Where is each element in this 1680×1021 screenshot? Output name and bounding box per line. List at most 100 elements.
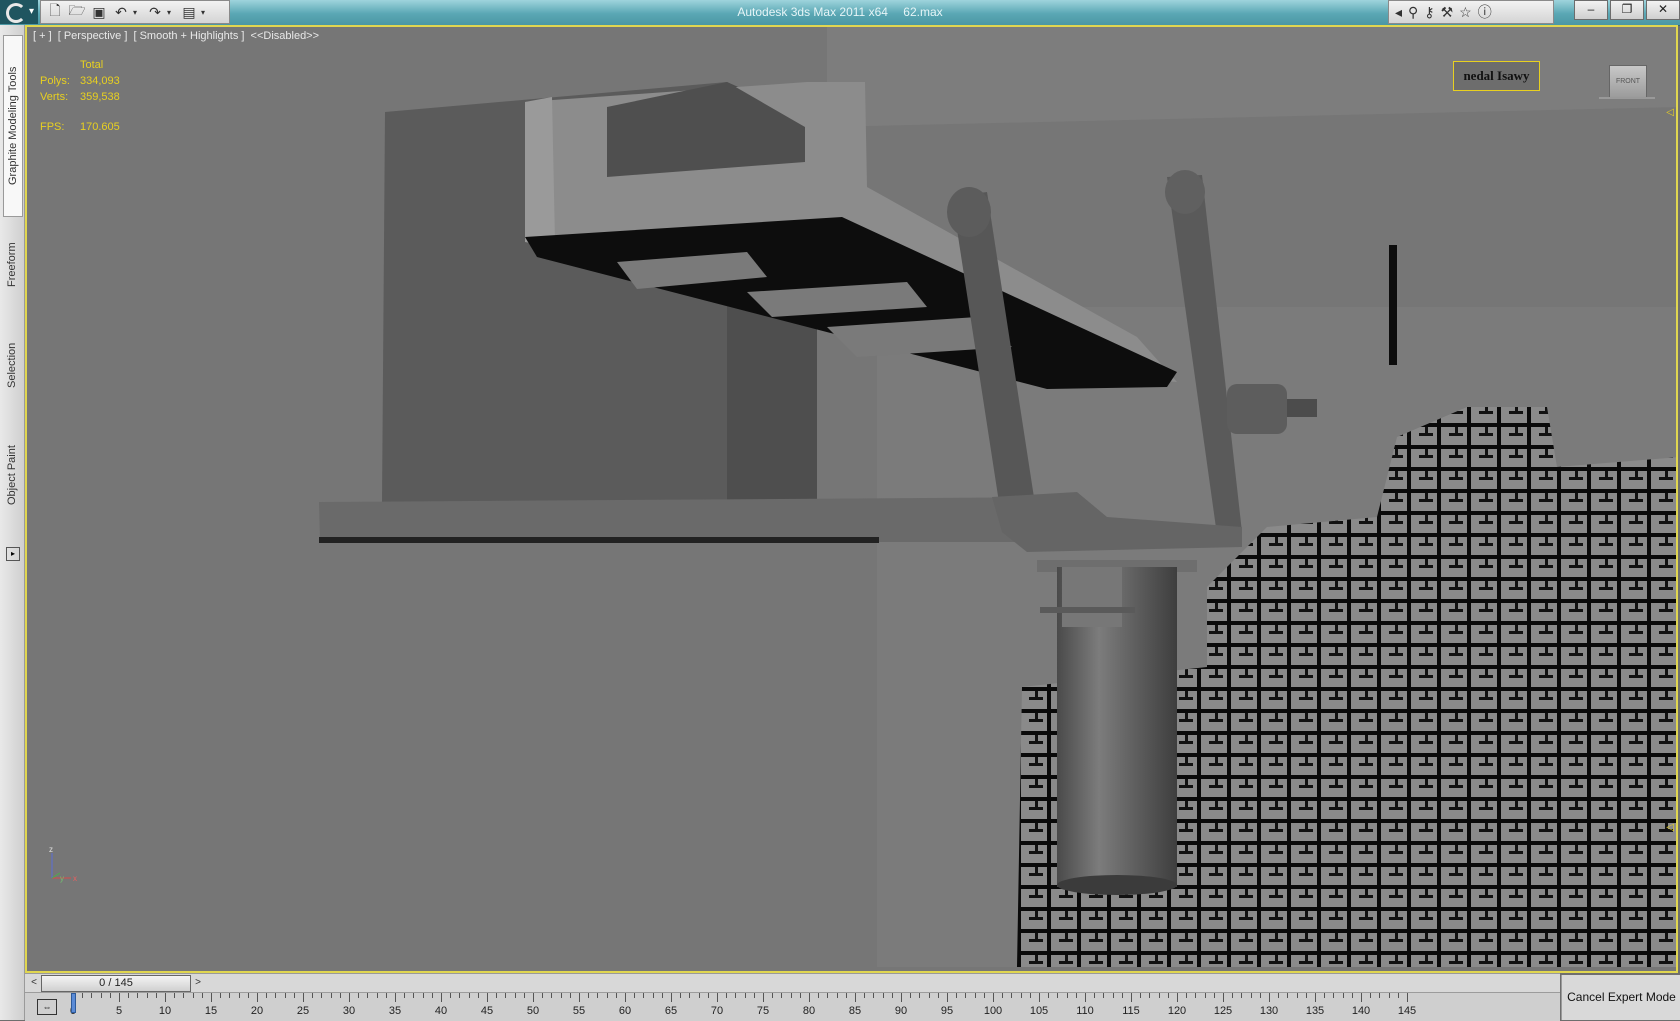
ruler-tick <box>1020 993 1022 998</box>
ruler-tick <box>928 993 930 998</box>
ruler-tick <box>560 993 562 998</box>
ruler-tick <box>1075 993 1077 998</box>
favorites-icon[interactable]: ☆ <box>1459 4 1472 21</box>
ruler-tick <box>459 993 461 998</box>
viewport-general-menu[interactable]: [ + ] <box>33 30 52 42</box>
time-slider-next-button[interactable]: > <box>191 976 205 990</box>
ruler-tick <box>1057 993 1059 998</box>
current-frame-indicator[interactable] <box>71 993 76 1013</box>
verts-label: Verts: <box>40 91 69 103</box>
ruler-tick <box>625 993 626 1002</box>
ruler-label: 125 <box>1213 1005 1233 1017</box>
ruler-tick <box>671 993 672 1002</box>
ruler-tick <box>1131 993 1132 1002</box>
ruler-tick <box>312 993 314 998</box>
ruler-tick <box>165 993 166 1002</box>
ruler-tick <box>891 993 893 998</box>
frame-ruler[interactable]: 0510152025303540455055606570758085909510… <box>25 993 1560 1021</box>
ruler-tick <box>1351 993 1353 998</box>
viewcube-compass[interactable] <box>1599 97 1655 99</box>
ruler-tick <box>836 993 838 998</box>
statistics-overlay: Total Polys: 334,093 Verts: 359,538 FPS: 17… <box>40 59 120 137</box>
ruler-tick <box>781 993 783 998</box>
ruler-tick <box>1241 993 1243 998</box>
ruler-tick <box>82 993 84 998</box>
ruler-tick <box>1048 993 1050 998</box>
binoculars-icon[interactable]: ⚲ <box>1408 4 1418 21</box>
ruler-tick <box>1305 993 1307 998</box>
track-bar[interactable]: ⇔ 05101520253035404550556065707580859095… <box>25 992 1560 1021</box>
ruler-tick <box>827 993 829 998</box>
viewport-disabled-indicator[interactable]: <<Disabled>> <box>251 30 320 42</box>
tab-graphite-modeling-tools[interactable]: Graphite Modeling Tools <box>3 35 23 217</box>
ruler-tick <box>1370 993 1372 998</box>
ruler-tick <box>358 993 360 998</box>
ruler-tick <box>238 993 240 998</box>
tray-rim-left <box>525 97 555 242</box>
ruler-tick <box>321 993 323 998</box>
key-icon[interactable]: ⚷ <box>1424 4 1434 21</box>
ruler-label: 110 <box>1076 1005 1094 1017</box>
ruler-tick <box>606 993 608 998</box>
ruler-label: 60 <box>618 1005 632 1017</box>
ruler-label: 145 <box>1397 1005 1417 1017</box>
viewport-point-of-view-menu[interactable]: [ Perspective ] <box>58 30 128 42</box>
communication-icon[interactable]: ⚒ <box>1441 4 1454 21</box>
tab-selection[interactable]: Selection <box>3 325 21 405</box>
time-slider-prev-button[interactable]: < <box>27 976 41 990</box>
ruler-label: 5 <box>115 1005 123 1017</box>
ruler-tick <box>901 993 902 1002</box>
ruler-tick <box>128 993 130 998</box>
viewport-shading-menu[interactable]: [ Smooth + Highlights ] <box>133 30 244 42</box>
minimize-button[interactable]: – <box>1574 0 1608 20</box>
ruler-tick <box>505 993 507 998</box>
viewport-label-menu[interactable]: [ + ] [ Perspective ] [ Smooth + Highlig… <box>33 30 322 42</box>
ruler-tick <box>1342 993 1344 998</box>
ribbon-expand-icon[interactable]: ▸ <box>6 547 20 561</box>
ruler-tick <box>1112 993 1114 998</box>
left-arrow-icon[interactable]: ◂ <box>1395 4 1402 21</box>
cancel-expert-mode-button[interactable]: Cancel Expert Mode <box>1561 975 1680 1020</box>
ruler-label: 45 <box>480 1005 494 1017</box>
ruler-tick <box>487 993 488 1002</box>
ruler-label: 15 <box>204 1005 218 1017</box>
ruler-tick <box>220 993 222 998</box>
tab-freeform[interactable]: Freeform <box>3 225 21 305</box>
ruler-tick <box>698 993 700 998</box>
ruler-label: 40 <box>434 1005 448 1017</box>
ruler-tick <box>477 993 479 998</box>
ruler-tick <box>1232 993 1234 998</box>
viewcube[interactable]: FRONT <box>1609 65 1647 99</box>
ruler-tick <box>910 993 912 998</box>
arm-left-top <box>947 187 991 237</box>
clamp-bolt <box>1040 607 1135 613</box>
ruler-tick <box>1223 993 1224 1002</box>
ruler-tick <box>1324 993 1326 998</box>
polys-value: 334,093 <box>80 75 120 87</box>
ruler-tick <box>1011 993 1013 998</box>
ruler-tick <box>845 993 847 998</box>
ruler-label: 75 <box>756 1005 770 1017</box>
ruler-tick <box>395 993 396 1002</box>
ruler-tick <box>652 993 654 998</box>
ruler-tick <box>1204 993 1206 998</box>
title-bar: ▾ 🗋 🗁 ▣ ↶ ▾ ↷ ▾ ▤ ▾ Autodesk 3ds Max 201… <box>0 0 1680 26</box>
ruler-tick <box>523 993 525 998</box>
ruler-tick <box>753 993 755 998</box>
help-icon[interactable]: ⓘ <box>1478 2 1492 22</box>
restore-button[interactable]: ❐ <box>1610 0 1644 20</box>
ruler-label: 85 <box>848 1005 862 1017</box>
ruler-tick <box>735 993 737 998</box>
close-button[interactable]: ✕ <box>1646 0 1680 20</box>
ruler-tick <box>919 993 921 998</box>
ruler-tick <box>496 993 498 998</box>
time-slider-thumb[interactable]: 0 / 145 <box>41 975 191 992</box>
perspective-viewport[interactable]: [ + ] [ Perspective ] [ Smooth + Highlig… <box>25 25 1678 973</box>
app-title: Autodesk 3ds Max 2011 x64 <box>737 5 888 19</box>
ruler-tick <box>192 993 194 998</box>
window-controls: – ❐ ✕ <box>1574 0 1680 24</box>
tab-object-paint[interactable]: Object Paint <box>3 420 21 530</box>
ruler-tick <box>91 993 93 998</box>
ruler-tick <box>873 993 875 998</box>
ruler-tick <box>349 993 350 1002</box>
